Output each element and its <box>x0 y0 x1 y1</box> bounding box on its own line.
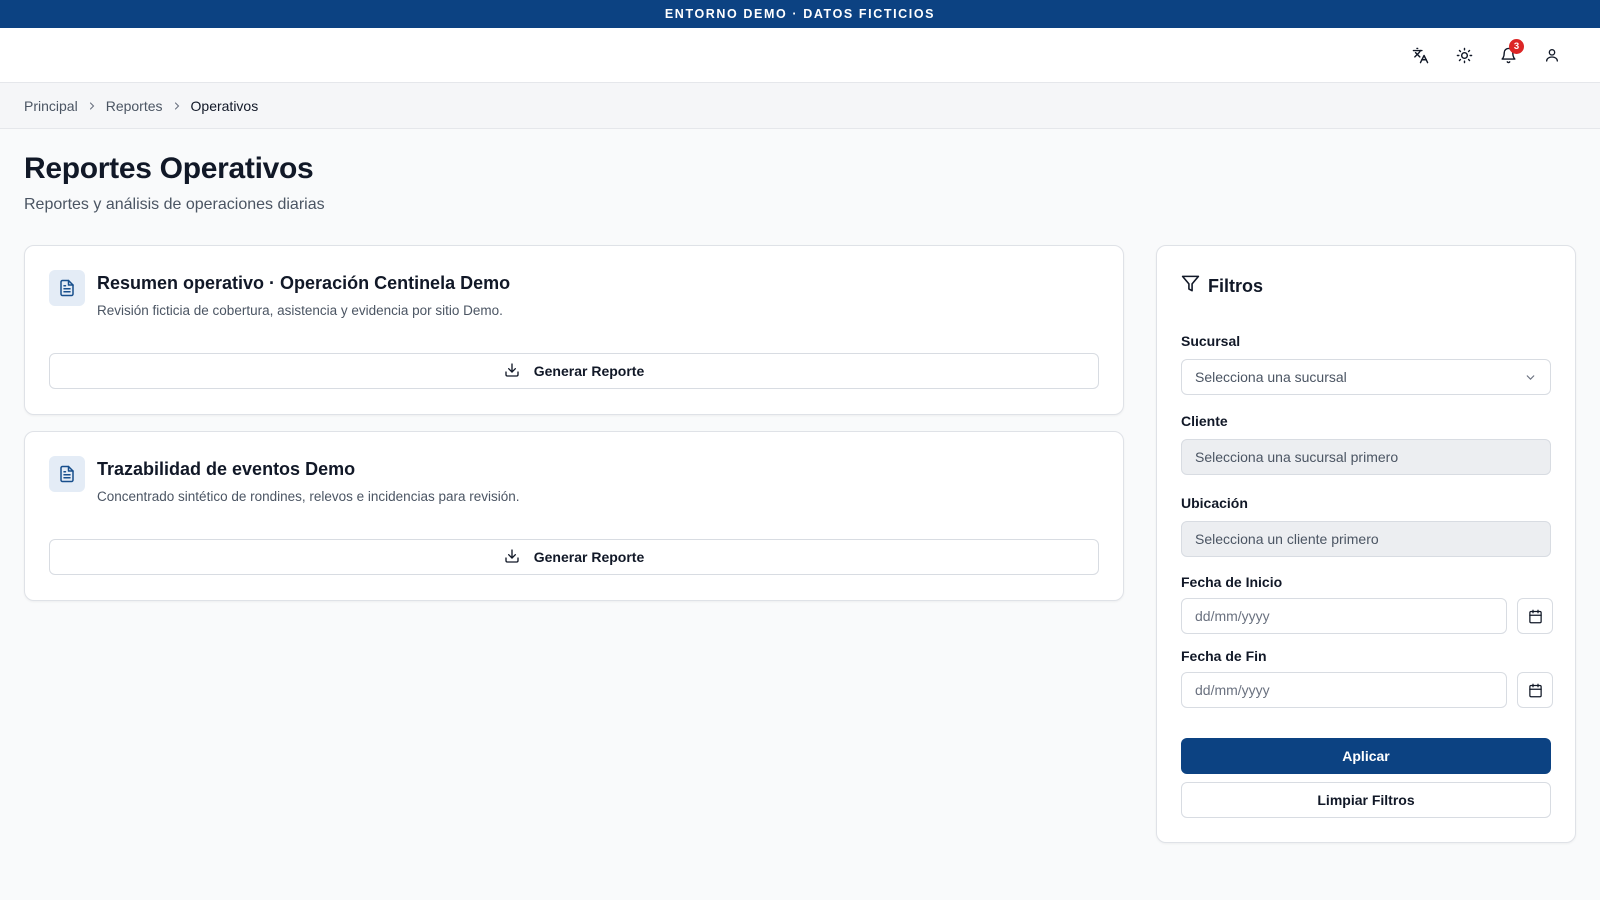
breadcrumb-operativos: Operativos <box>190 97 259 114</box>
filters-title: Filtros <box>1208 275 1264 296</box>
banner-text: ENTORNO DEMO · DATOS FICTICIOS <box>664 7 936 21</box>
branch-placeholder: Selecciona una sucursal <box>1195 369 1347 385</box>
calendar-icon[interactable] <box>1517 672 1553 708</box>
location-label: Ubicación <box>1181 495 1248 511</box>
report-card-summary: Resumen operativo · Operación Centinela … <box>24 245 1124 415</box>
location-select: Selecciona un cliente primero <box>1181 521 1551 557</box>
document-icon <box>49 456 85 492</box>
clear-filters-button[interactable]: Limpiar Filtros <box>1181 782 1551 818</box>
document-icon <box>49 270 85 306</box>
page-subtitle: Reportes y análisis de operaciones diari… <box>24 196 325 213</box>
breadcrumb-principal[interactable]: Principal <box>24 98 78 114</box>
generate-report-button[interactable]: Generar Reporte <box>49 539 1099 575</box>
filter-icon <box>1181 274 1200 298</box>
end-date-input[interactable]: dd/mm/yyyy <box>1181 672 1507 708</box>
sun-icon[interactable] <box>1442 33 1486 77</box>
report-card-traceability: Trazabilidad de eventos Demo Concentrado… <box>24 431 1124 601</box>
start-date-label: Fecha de Inicio <box>1181 574 1283 590</box>
branch-label: Sucursal <box>1181 333 1241 349</box>
bell-icon[interactable]: 3 <box>1486 33 1530 77</box>
location-placeholder: Selecciona un cliente primero <box>1195 531 1379 547</box>
generate-report-label: Generar Reporte <box>533 363 645 379</box>
generate-report-label: Generar Reporte <box>533 549 645 565</box>
user-icon[interactable] <box>1530 33 1574 77</box>
client-label: Cliente <box>1181 413 1228 429</box>
page-header: Reportes Operativos Reportes y análisis … <box>24 152 325 214</box>
breadcrumb: Principal Reportes Operativos <box>0 83 1600 129</box>
start-date-input[interactable]: dd/mm/yyyy <box>1181 598 1507 634</box>
page-title: Reportes Operativos <box>24 152 314 185</box>
translate-icon[interactable] <box>1398 33 1442 77</box>
end-date-placeholder: dd/mm/yyyy <box>1195 682 1270 698</box>
generate-report-button[interactable]: Generar Reporte <box>49 353 1099 389</box>
demo-environment-banner: ENTORNO DEMO · DATOS FICTICIOS <box>0 0 1600 28</box>
chevron-right-icon <box>78 100 106 112</box>
report-description: Revisión ficticia de cobertura, asistenc… <box>97 303 503 318</box>
breadcrumb-reportes[interactable]: Reportes <box>106 98 163 114</box>
client-select: Selecciona una sucursal primero <box>1181 439 1551 475</box>
chevron-right-icon <box>163 100 191 112</box>
download-icon <box>504 362 520 381</box>
client-placeholder: Selecciona una sucursal primero <box>1195 449 1399 465</box>
apply-button[interactable]: Aplicar <box>1181 738 1551 774</box>
report-title: Trazabilidad de eventos Demo <box>97 459 356 479</box>
report-title: Resumen operativo · Operación Centinela … <box>97 273 511 293</box>
branch-select[interactable]: Selecciona una sucursal <box>1181 359 1551 395</box>
end-date-label: Fecha de Fin <box>1181 648 1267 664</box>
top-bar: 3 <box>0 28 1600 83</box>
start-date-placeholder: dd/mm/yyyy <box>1195 608 1270 624</box>
calendar-icon[interactable] <box>1517 598 1553 634</box>
notification-badge: 3 <box>1509 39 1524 54</box>
report-description: Concentrado sintético de rondines, relev… <box>97 489 520 504</box>
chevron-down-icon <box>1524 371 1537 387</box>
filters-panel: Filtros Sucursal Selecciona una sucursal… <box>1156 245 1576 843</box>
download-icon <box>504 548 520 567</box>
